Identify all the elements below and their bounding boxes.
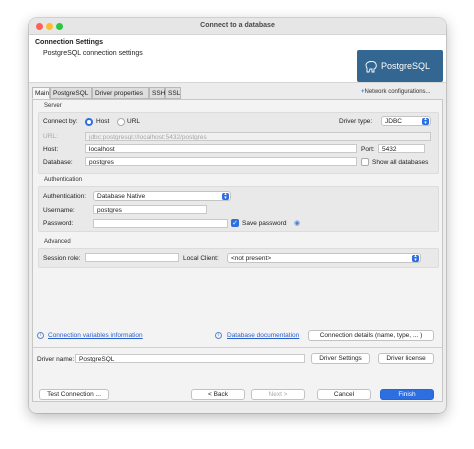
title-bar: Connect to a database <box>29 18 446 35</box>
driver-name-label: Driver name: <box>37 356 75 363</box>
test-connection-button[interactable]: Test Connection ... <box>39 389 109 400</box>
host-radio[interactable] <box>85 118 93 126</box>
authentication-value: Database Native <box>97 193 146 200</box>
logo-text: PostgreSQL <box>381 61 431 71</box>
authentication-label: Authentication: <box>43 193 87 200</box>
database-field[interactable]: postgres <box>85 157 357 166</box>
authentication-select[interactable]: Database Native ▴ ▾ <box>93 191 231 201</box>
chevron-updown-icon: ▴ ▾ <box>412 254 419 262</box>
connect-dialog: Connect to a database Connection Setting… <box>29 18 446 413</box>
driver-license-button[interactable]: Driver license <box>378 353 434 364</box>
back-button[interactable]: < Back <box>191 389 245 400</box>
driver-type-select[interactable]: JDBC ▴ ▾ <box>381 116 431 126</box>
host-radio-label: Host <box>96 118 110 125</box>
dialog-header: Connection Settings PostgreSQL connectio… <box>29 35 446 83</box>
finish-button[interactable]: Finish <box>380 389 434 400</box>
window-title: Connect to a database <box>200 22 275 29</box>
elephant-icon <box>365 61 377 73</box>
header-title: Connection Settings <box>35 39 104 46</box>
info-icon: i <box>37 332 44 339</box>
save-password-checkbox[interactable]: ✓ <box>231 219 239 227</box>
connection-details-button[interactable]: Connection details (name, type, ... ) <box>308 330 434 341</box>
advanced-section-label: Advanced <box>44 239 71 245</box>
connection-variables-link[interactable]: Connection variables information <box>48 332 143 339</box>
show-all-databases-label: Show all databases <box>372 159 429 166</box>
main-tab-panel: Server Connect by: Host URL Driver type:… <box>32 99 443 402</box>
local-client-value: <not present> <box>231 255 272 262</box>
url-radio-label: URL <box>127 118 141 125</box>
port-field[interactable]: 5432 <box>378 144 425 153</box>
cancel-button[interactable]: Cancel <box>317 389 371 400</box>
url-label: URL: <box>43 133 58 140</box>
tab-ssl[interactable]: SSL <box>165 87 181 99</box>
username-label: Username: <box>43 207 75 214</box>
local-client-label: Local Client: <box>183 255 219 262</box>
url-radio[interactable] <box>117 118 125 126</box>
tab-postgresql[interactable]: PostgreSQL <box>50 87 92 99</box>
local-client-select[interactable]: <not present> ▴ ▾ <box>227 253 421 263</box>
save-password-label: Save password <box>242 220 287 227</box>
next-button: Next > <box>251 389 305 400</box>
host-label: Host: <box>43 146 59 153</box>
host-field[interactable]: localhost <box>85 144 357 153</box>
postgresql-logo: PostgreSQL <box>357 50 443 82</box>
database-documentation-link[interactable]: Database documentation <box>227 332 299 339</box>
divider <box>33 347 442 348</box>
tab-main[interactable]: Main <box>32 87 50 99</box>
header-subtitle: PostgreSQL connection settings <box>43 50 143 57</box>
connect-by-label: Connect by: <box>43 118 78 125</box>
session-role-label: Session role: <box>43 255 81 262</box>
chevron-updown-icon: ▴ ▾ <box>222 192 229 200</box>
show-all-databases-checkbox[interactable] <box>361 158 369 166</box>
authentication-section-label: Authentication <box>44 177 83 183</box>
tab-driver-properties[interactable]: Driver properties <box>92 87 149 99</box>
chevron-updown-icon: ▴ ▾ <box>422 117 429 125</box>
driver-type-value: JDBC <box>385 118 402 125</box>
network-config-link[interactable]: +Network configurations... <box>361 89 431 95</box>
eye-icon[interactable]: ◉ <box>294 219 300 227</box>
driver-name-field: PostgreSQL <box>75 354 305 363</box>
driver-settings-button[interactable]: Driver Settings <box>311 353 370 364</box>
port-label: Port: <box>361 146 375 153</box>
server-section-label: Server <box>44 103 62 109</box>
tab-ssh[interactable]: SSH <box>149 87 165 99</box>
username-field[interactable]: postgres <box>93 205 207 214</box>
session-role-field[interactable] <box>85 253 179 262</box>
password-label: Password: <box>43 220 74 227</box>
driver-type-label: Driver type: <box>339 118 373 125</box>
password-field[interactable] <box>93 219 228 228</box>
url-field: jdbc:postgresql://localhost:5432/postgre… <box>85 132 431 141</box>
database-label: Database: <box>43 159 73 166</box>
info-icon: i <box>215 332 222 339</box>
